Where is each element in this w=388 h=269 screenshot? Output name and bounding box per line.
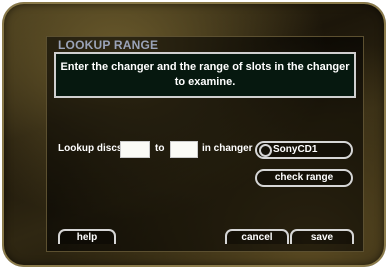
dialog-title: LOOKUP RANGE <box>58 38 159 52</box>
lookup-discs-label: Lookup discs <box>58 143 123 154</box>
to-label: to <box>155 143 165 154</box>
changer-select[interactable]: SonyCD1 <box>255 141 353 159</box>
to-slot-input[interactable] <box>170 141 198 158</box>
cancel-button[interactable]: cancel <box>225 229 289 244</box>
changer-value: SonyCD1 <box>273 144 318 155</box>
radio-icon <box>259 144 272 157</box>
save-button[interactable]: save <box>290 229 354 244</box>
help-button[interactable]: help <box>58 229 116 244</box>
check-range-button[interactable]: check range <box>255 169 353 187</box>
from-slot-input[interactable] <box>120 141 150 158</box>
message-box: Enter the changer and the range of slots… <box>54 52 356 98</box>
message-text: Enter the changer and the range of slots… <box>60 61 350 88</box>
in-changer-label: in changer <box>202 143 253 154</box>
